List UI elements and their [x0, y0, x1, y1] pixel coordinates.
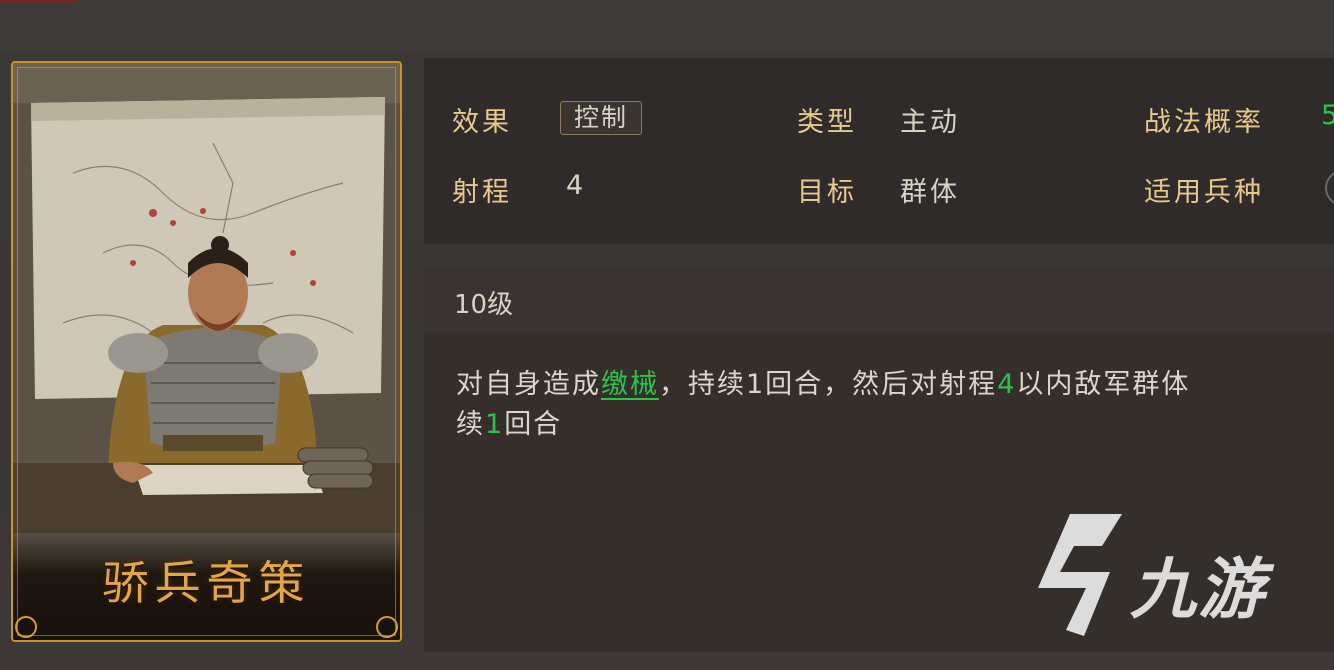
description-line-1: 对自身造成缴械，持续1回合，然后对射程4以内敌军群体 — [456, 362, 1190, 401]
description-text: 对自身造成 — [456, 369, 601, 400]
status-keyword-link[interactable]: 缴械 — [601, 369, 659, 400]
range-number: 4 — [997, 369, 1017, 400]
type-label: 类型 — [797, 107, 857, 138]
corner-ornament-icon — [15, 616, 37, 638]
skill-card[interactable]: 骄兵奇策 — [11, 61, 402, 642]
chance-value: 5 — [1321, 100, 1334, 131]
range-label: 射程 — [452, 177, 512, 208]
watermark: 九游 — [1030, 510, 1300, 640]
target-label: 目标 — [797, 177, 857, 208]
troop-type-label: 适用兵种 — [1144, 177, 1264, 208]
corner-ornament-icon — [376, 616, 398, 638]
effect-tag: 控制 — [560, 101, 642, 135]
effect-label: 效果 — [452, 107, 512, 138]
level-header — [424, 266, 1334, 332]
description-text: 以内敌军群体 — [1016, 369, 1191, 400]
description-line-2: 续1回合 — [456, 402, 562, 441]
description-text: 续 — [456, 409, 485, 440]
target-value: 群体 — [900, 177, 960, 208]
watermark-text: 九游 — [1130, 551, 1266, 628]
skill-level: 10级 — [454, 290, 514, 320]
top-bar — [0, 0, 1334, 52]
duration-number: 1 — [485, 409, 505, 440]
skill-info-panel — [424, 58, 1334, 244]
watermark-logo-icon — [1038, 514, 1122, 636]
chance-label: 战法概率 — [1144, 107, 1264, 138]
description-text: ，持续1回合，然后对射程 — [659, 369, 998, 400]
type-value: 主动 — [900, 107, 960, 138]
range-value: 4 — [566, 170, 587, 201]
skill-name: 骄兵奇策 — [102, 556, 311, 610]
description-text: 回合 — [504, 409, 563, 440]
top-accent — [0, 0, 78, 4]
